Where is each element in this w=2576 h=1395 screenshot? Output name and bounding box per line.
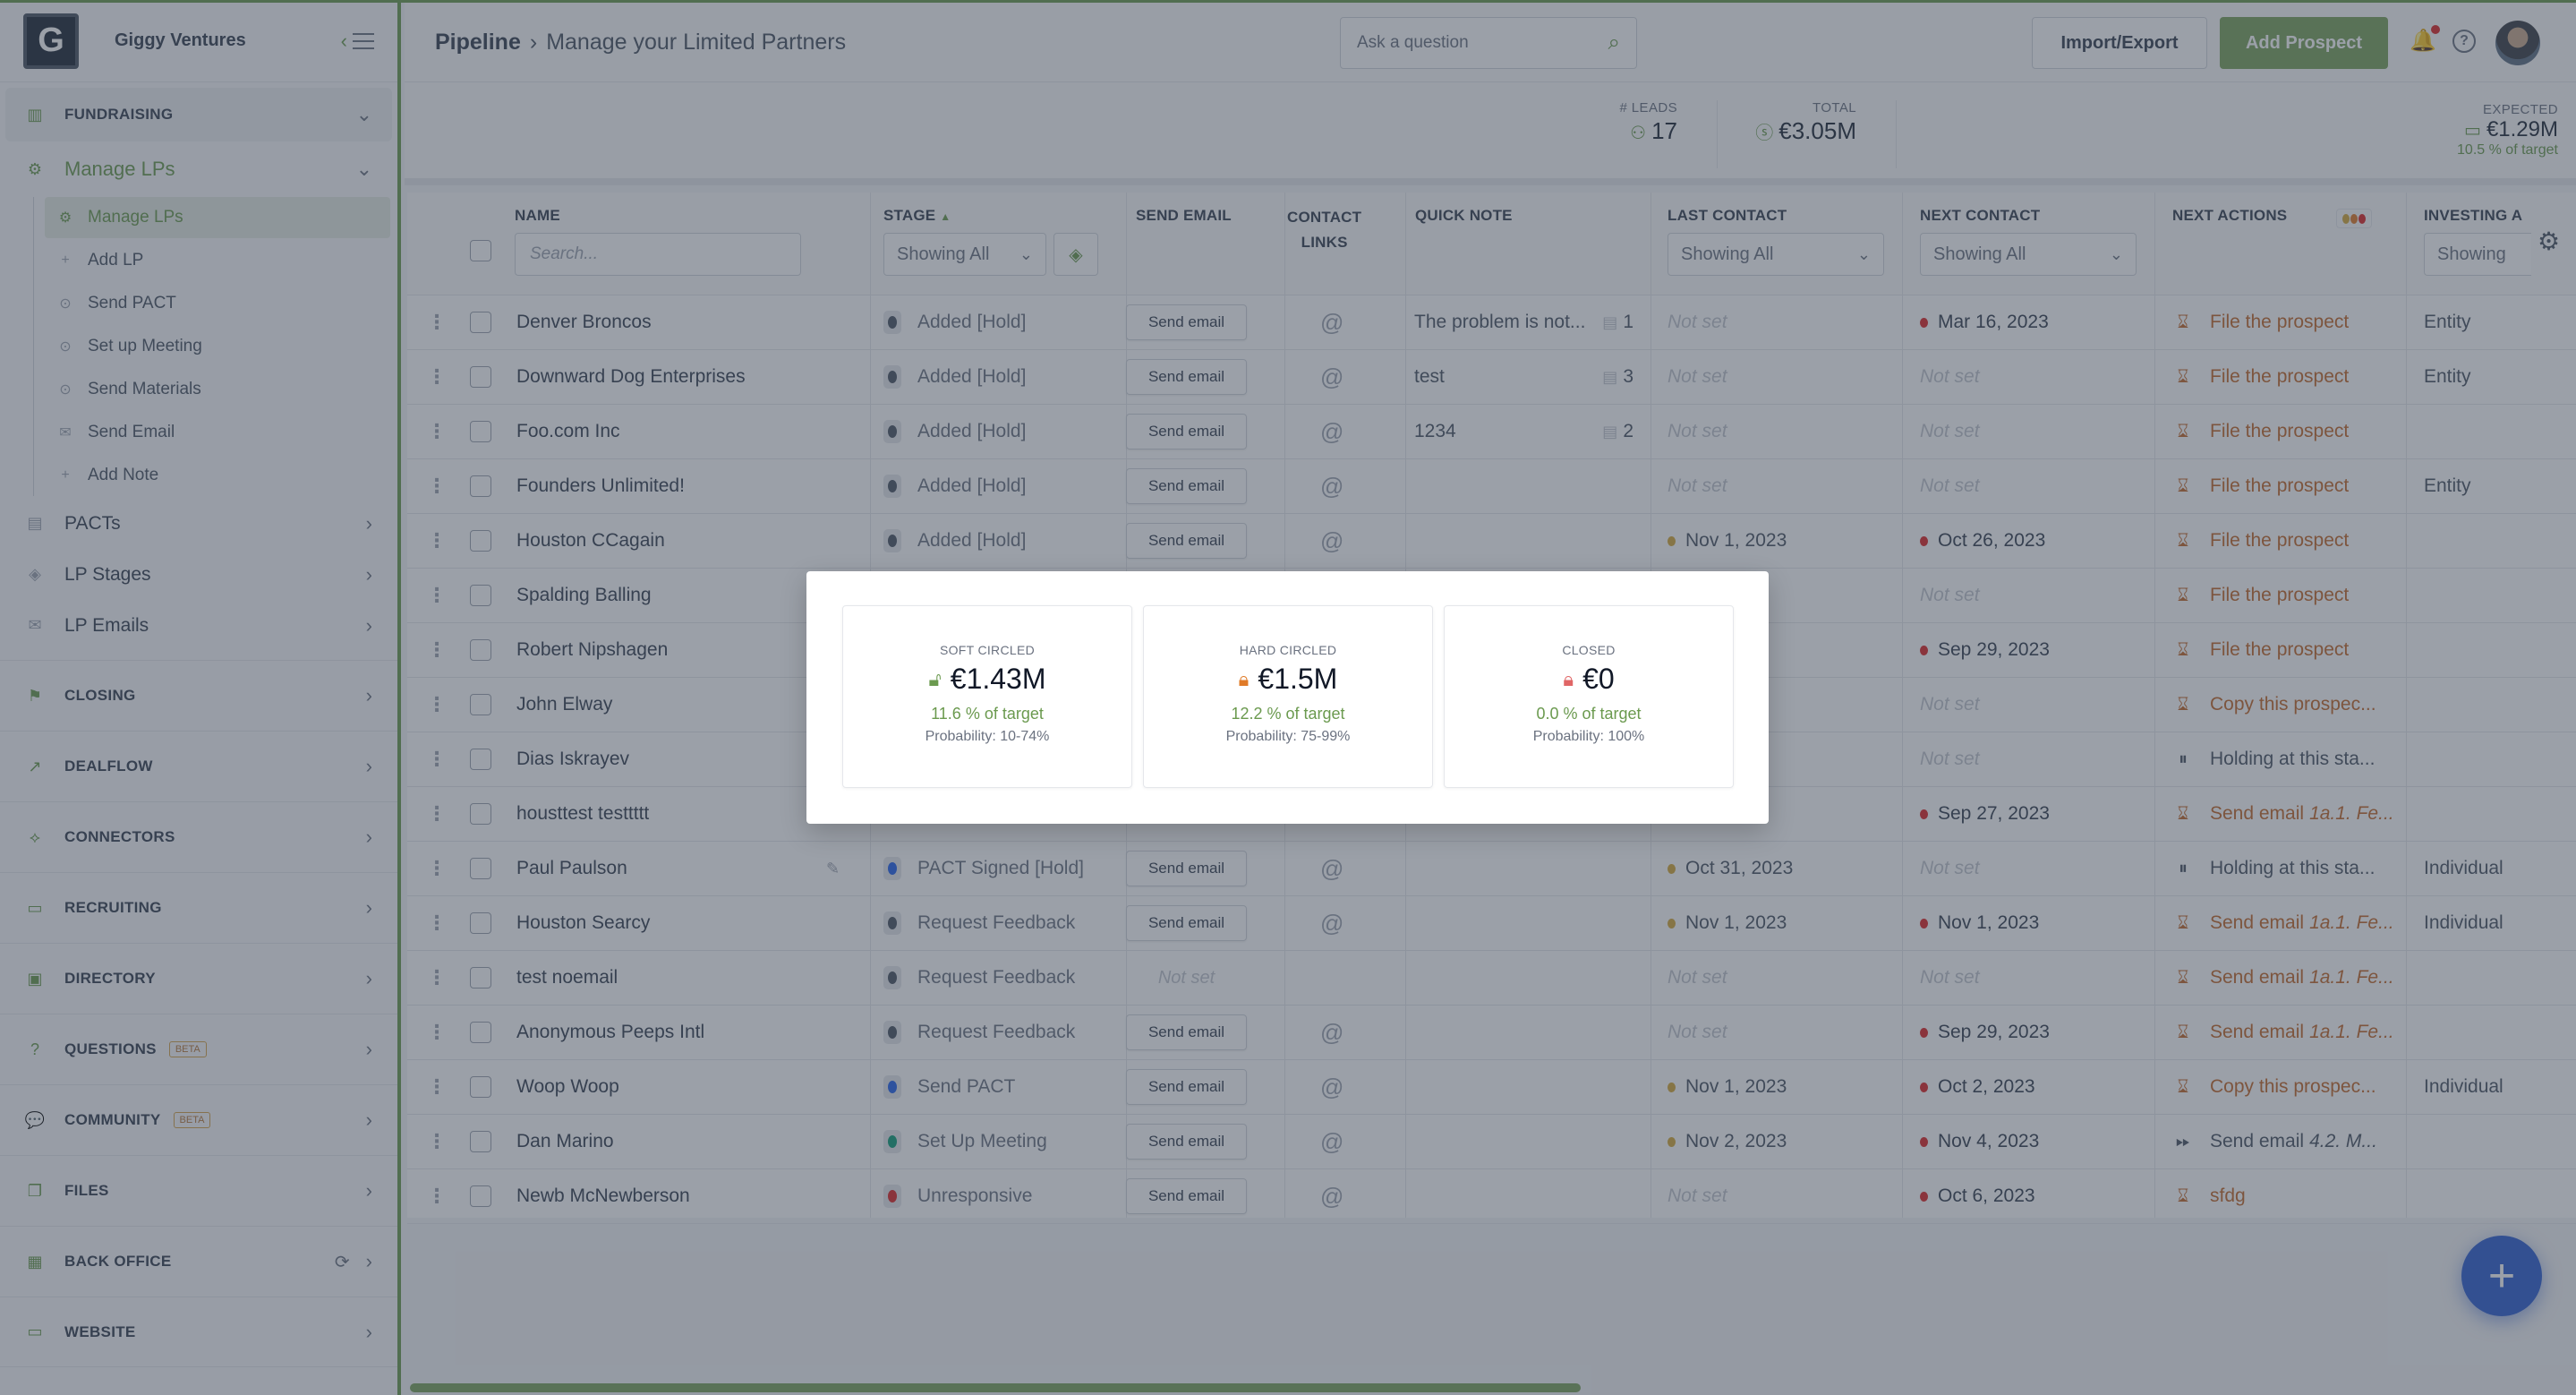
lock-keyhole-icon: 🔒︎ [1563,667,1574,690]
fundraising-summary-modal: SOFT CIRCLED 🔓︎ €1.43M 11.6 % of target P… [806,571,1769,824]
card-soft-circled: SOFT CIRCLED 🔓︎ €1.43M 11.6 % of target P… [842,605,1132,788]
lock-icon: 🔒︎ [1238,667,1250,690]
card-target: 11.6 % of target [931,705,1044,723]
card-probability: Probability: 75-99% [1225,729,1351,744]
card-value: €1.5M [1258,663,1338,695]
card-label: HARD CIRCLED [1239,643,1337,657]
card-target: 0.0 % of target [1536,705,1642,723]
card-hard-circled: HARD CIRCLED 🔒︎ €1.5M 12.2 % of target Pr… [1143,605,1433,788]
unlock-icon: 🔓︎ [928,667,942,690]
card-value: €1.43M [950,663,1046,695]
card-value: €0 [1582,663,1615,695]
card-closed: CLOSED 🔒︎ €0 0.0 % of target Probability:… [1444,605,1734,788]
card-probability: Probability: 100% [1532,729,1645,744]
card-label: SOFT CIRCLED [939,643,1036,657]
card-probability: Probability: 10-74% [925,729,1050,744]
card-target: 12.2 % of target [1231,705,1345,723]
card-label: CLOSED [1562,643,1616,657]
